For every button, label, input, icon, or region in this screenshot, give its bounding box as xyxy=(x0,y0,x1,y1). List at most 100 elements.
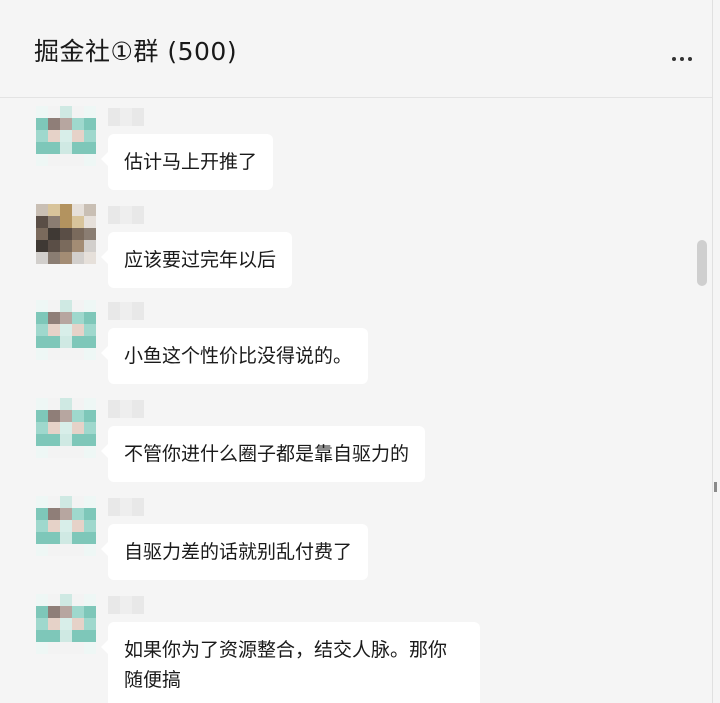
avatar-pixel xyxy=(84,618,96,630)
avatar-pixel xyxy=(60,642,72,654)
avatar-pixel xyxy=(60,618,72,630)
avatar-pixel xyxy=(48,446,60,458)
avatar-pixel xyxy=(60,336,72,348)
avatar[interactable] xyxy=(36,300,96,360)
avatar-pixel xyxy=(84,324,96,336)
avatar-pixel xyxy=(60,252,72,264)
message-bubble[interactable]: 如果你为了资源整合，结交人脉。那你随便搞 xyxy=(101,622,480,703)
avatar-pixel xyxy=(60,130,72,142)
message-list[interactable]: 估计马上开推了 应该要过完年以后 小鱼这个性价比没得说的。 不管你进什么圈子都是… xyxy=(0,98,712,703)
avatar-pixel xyxy=(60,410,72,422)
message-bubble[interactable]: 小鱼这个性价比没得说的。 xyxy=(100,328,369,384)
avatar-pixel xyxy=(84,312,96,324)
avatar-pixel xyxy=(36,508,48,520)
avatar-pixel xyxy=(36,216,48,228)
avatar[interactable] xyxy=(36,204,96,264)
avatar-pixel xyxy=(84,642,96,654)
avatar-pixel xyxy=(60,240,72,252)
avatar-pixel xyxy=(72,606,84,618)
avatar-pixel xyxy=(36,496,48,508)
avatar-pixel xyxy=(36,312,48,324)
avatar-pixel xyxy=(48,336,60,348)
message-bubble[interactable]: 估计马上开推了 xyxy=(100,134,274,190)
avatar-pixel xyxy=(36,520,48,532)
avatar-pixel xyxy=(36,348,48,360)
avatar-pixel xyxy=(48,496,60,508)
avatar-pixel xyxy=(36,618,48,630)
avatar-pixel xyxy=(48,642,60,654)
avatar-pixel xyxy=(72,544,84,556)
avatar-pixel xyxy=(48,300,60,312)
chat-window: 掘金社①群 (500) 估计马上开推了 应该要过完年以后 小鱼这个性价比没得说的… xyxy=(0,0,713,703)
avatar[interactable] xyxy=(36,496,96,556)
message-bubble[interactable]: 应该要过完年以后 xyxy=(100,232,293,288)
avatar-pixel xyxy=(84,446,96,458)
avatar-pixel xyxy=(36,544,48,556)
avatar-pixel xyxy=(48,312,60,324)
avatar-pixel xyxy=(48,228,60,240)
avatar-pixel xyxy=(84,422,96,434)
avatar-pixel xyxy=(72,594,84,606)
message-bubble[interactable]: 不管你进什么圈子都是靠自驱力的 xyxy=(100,426,426,482)
avatar-pixel xyxy=(72,348,84,360)
avatar-pixel xyxy=(60,544,72,556)
avatar-pixel xyxy=(60,606,72,618)
sender-name-blurred xyxy=(108,498,144,516)
message-bubble[interactable]: 自驱力差的话就别乱付费了 xyxy=(100,524,369,580)
avatar-pixel xyxy=(36,642,48,654)
avatar-pixel xyxy=(36,252,48,264)
avatar-pixel xyxy=(60,142,72,154)
avatar-pixel xyxy=(48,422,60,434)
avatar[interactable] xyxy=(36,398,96,458)
avatar-pixel xyxy=(60,496,72,508)
avatar-pixel xyxy=(72,240,84,252)
avatar-pixel xyxy=(60,446,72,458)
avatar-pixel xyxy=(84,508,96,520)
avatar-pixel xyxy=(48,348,60,360)
window-edge-handle xyxy=(714,482,717,492)
avatar-pixel xyxy=(36,594,48,606)
avatar-pixel xyxy=(48,398,60,410)
avatar-pixel xyxy=(84,520,96,532)
avatar-pixel xyxy=(48,154,60,166)
more-options-icon[interactable] xyxy=(664,44,700,74)
sender-name-blurred xyxy=(108,302,144,320)
avatar-pixel xyxy=(60,508,72,520)
avatar-pixel xyxy=(84,544,96,556)
avatar-pixel xyxy=(84,216,96,228)
avatar-pixel xyxy=(60,434,72,446)
avatar-pixel xyxy=(72,446,84,458)
avatar-pixel xyxy=(72,422,84,434)
avatar-pixel xyxy=(60,422,72,434)
avatar-pixel xyxy=(60,216,72,228)
scrollbar-thumb[interactable] xyxy=(697,240,707,286)
avatar-pixel xyxy=(60,204,72,216)
avatar-pixel xyxy=(48,520,60,532)
avatar[interactable] xyxy=(36,594,96,654)
avatar[interactable] xyxy=(36,106,96,166)
avatar-pixel xyxy=(84,300,96,312)
sender-name-blurred xyxy=(108,400,144,418)
avatar-pixel xyxy=(72,228,84,240)
avatar-pixel xyxy=(72,398,84,410)
avatar-pixel xyxy=(84,240,96,252)
avatar-pixel xyxy=(72,434,84,446)
avatar-pixel xyxy=(72,142,84,154)
avatar-pixel xyxy=(36,130,48,142)
avatar-pixel xyxy=(84,434,96,446)
avatar-pixel xyxy=(60,312,72,324)
avatar-pixel xyxy=(36,324,48,336)
avatar-pixel xyxy=(48,118,60,130)
avatar-pixel xyxy=(48,130,60,142)
avatar-pixel xyxy=(48,240,60,252)
avatar-pixel xyxy=(84,252,96,264)
avatar-pixel xyxy=(48,618,60,630)
avatar-pixel xyxy=(72,410,84,422)
avatar-pixel xyxy=(60,324,72,336)
avatar-pixel xyxy=(48,508,60,520)
avatar-pixel xyxy=(36,606,48,618)
avatar-pixel xyxy=(36,142,48,154)
avatar-pixel xyxy=(72,324,84,336)
avatar-pixel xyxy=(48,594,60,606)
avatar-pixel xyxy=(84,130,96,142)
